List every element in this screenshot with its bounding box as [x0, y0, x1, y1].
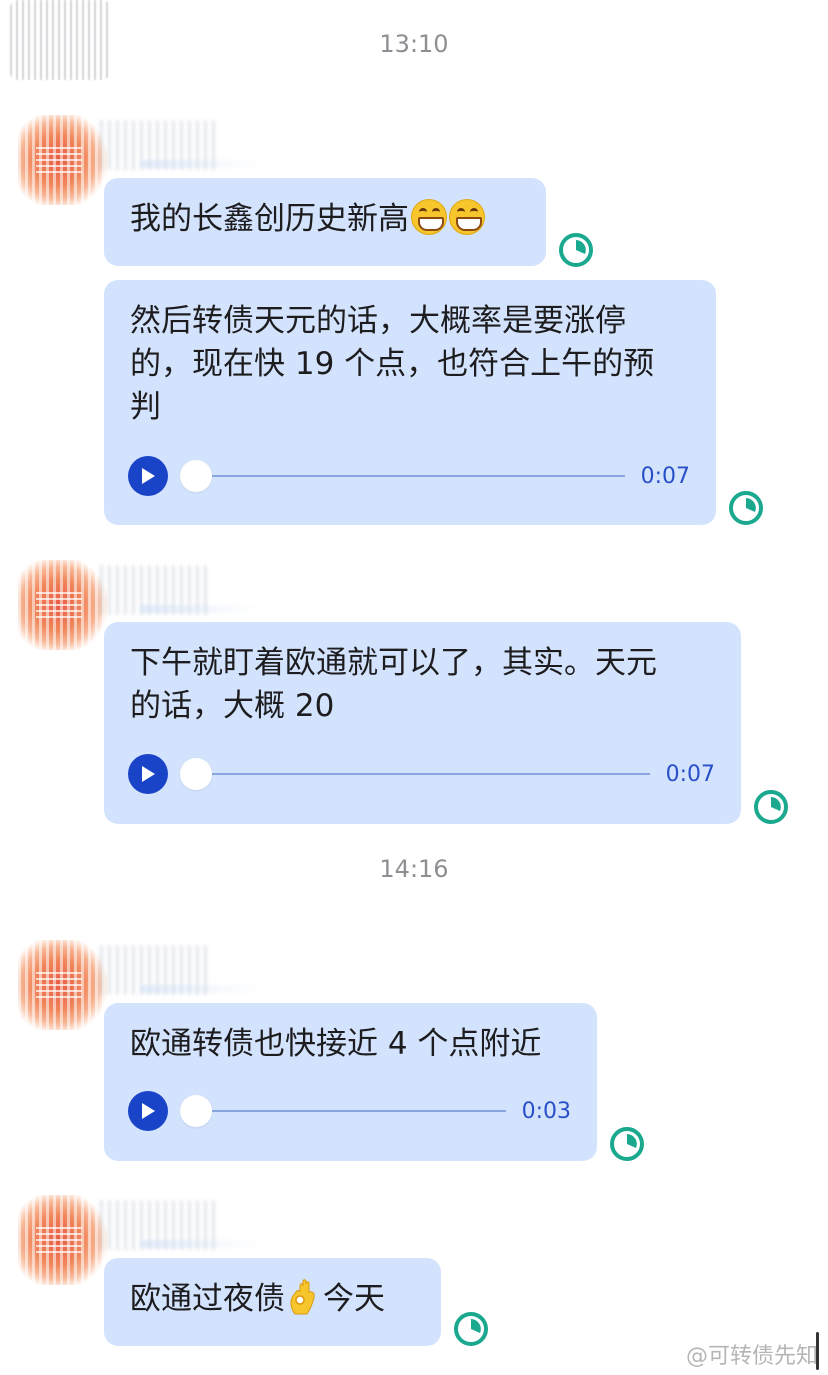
avatar[interactable]: [18, 940, 108, 1030]
message-text: 下午就盯着欧通就可以了，其实。天元 的话，大概 20: [130, 645, 657, 724]
grinning-face-icon: [449, 199, 485, 235]
message-text-suffix: 今天: [323, 1281, 385, 1317]
avatar[interactable]: [18, 1195, 108, 1285]
play-button[interactable]: [128, 456, 168, 496]
play-icon: [142, 766, 155, 782]
scroll-indicator[interactable]: [816, 1332, 819, 1370]
audio-player: 0:07: [128, 456, 690, 496]
timestamp: 13:10: [379, 30, 449, 58]
voice-message-bubble[interactable]: 欧通转债也快接近 4 个点附近 0:03: [104, 1003, 597, 1161]
read-status-icon: [754, 790, 788, 824]
read-status-icon: [729, 491, 763, 525]
message-text: 欧通过夜债: [130, 1281, 285, 1317]
voice-message-bubble[interactable]: 然后转债天元的话，大概率是要涨停 的，现在快 19 个点，也符合上午的预 判 0…: [104, 280, 716, 525]
read-status-icon: [454, 1312, 488, 1346]
message-text: 我的长鑫创历史新高: [130, 201, 409, 237]
audio-player: 0:03: [128, 1091, 571, 1131]
message-text: 欧通转债也快接近 4 个点附近: [130, 1026, 542, 1062]
read-status-icon: [559, 233, 593, 267]
play-icon: [142, 468, 155, 484]
audio-duration: 0:07: [665, 761, 715, 787]
audio-progress-track[interactable]: [212, 475, 625, 477]
play-button[interactable]: [128, 754, 168, 794]
message-bubble[interactable]: 我的长鑫创历史新高: [104, 178, 546, 266]
audio-progress-track[interactable]: [212, 773, 650, 775]
sender-name: [100, 120, 260, 170]
audio-duration: 0:03: [521, 1098, 571, 1124]
audio-seek-handle[interactable]: [180, 1095, 212, 1127]
audio-player: 0:07: [128, 754, 715, 794]
sender-name: [100, 945, 260, 995]
audio-duration: 0:07: [640, 463, 690, 489]
grinning-face-icon: [411, 199, 447, 235]
audio-seek-handle[interactable]: [180, 758, 212, 790]
avatar[interactable]: [18, 115, 108, 205]
message-bubble[interactable]: 欧通过夜债 今天: [104, 1258, 441, 1346]
ok-hand-icon: [290, 1279, 315, 1315]
audio-progress-track[interactable]: [212, 1110, 506, 1112]
timestamp: 14:16: [379, 855, 449, 883]
read-status-icon: [610, 1127, 644, 1161]
play-icon: [142, 1103, 155, 1119]
sender-name: [100, 565, 260, 615]
play-button[interactable]: [128, 1091, 168, 1131]
sender-name: [100, 1200, 260, 1250]
voice-message-bubble[interactable]: 下午就盯着欧通就可以了，其实。天元 的话，大概 20 0:07: [104, 622, 741, 824]
audio-seek-handle[interactable]: [180, 460, 212, 492]
message-text: 然后转债天元的话，大概率是要涨停 的，现在快 19 个点，也符合上午的预 判: [130, 303, 655, 425]
avatar[interactable]: [18, 560, 108, 650]
watermark: @可转债先知: [685, 1344, 818, 1369]
